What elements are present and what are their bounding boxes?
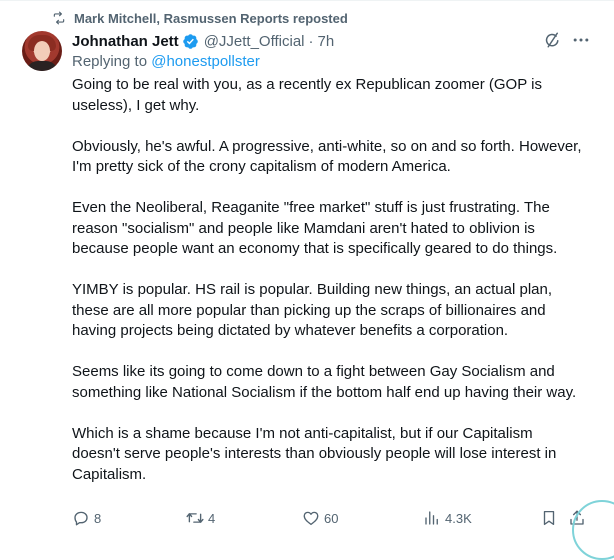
avatar-face [34, 41, 50, 61]
avatar-shirt [26, 61, 58, 71]
repost-count: 4 [208, 510, 216, 526]
tweet-paragraph: Even the Neoliberal, Reaganite "free mar… [72, 199, 558, 257]
tweet-paragraph: Obviously, he's awful. A progressive, an… [72, 137, 582, 176]
author-name[interactable]: Johnathan Jett [72, 33, 179, 50]
like-button[interactable]: 60 [302, 508, 338, 528]
author-handle[interactable]: @JJett_Official [204, 33, 305, 50]
more-options-icon[interactable] [571, 30, 591, 50]
like-count: 60 [324, 510, 339, 526]
repost-icon [186, 513, 204, 523]
reply-button[interactable]: 8 [72, 508, 101, 528]
verified-badge-icon[interactable] [182, 33, 199, 50]
avatar[interactable] [22, 31, 62, 71]
replying-to-handle[interactable]: @honestpollster [151, 53, 260, 70]
repost-text: Mark Mitchell, Rasmussen Reports reposte… [74, 10, 348, 26]
tweet-header: Johnathan Jett @JJett_Official · 7h [72, 30, 334, 52]
tweet[interactable]: Mark Mitchell, Rasmussen Reports reposte… [0, 0, 614, 560]
tweet-paragraph: Seems like its going to come down to a f… [72, 363, 577, 401]
views-count: 4.3K [445, 510, 472, 526]
repost-button[interactable]: 4 [186, 508, 215, 528]
views-button[interactable]: 4.3K [423, 508, 472, 528]
bookmark-button[interactable] [540, 508, 558, 528]
replying-to: Replying to @honestpollster [72, 53, 260, 70]
bookmark-icon [543, 510, 555, 526]
repost-context[interactable]: Mark Mitchell, Rasmussen Reports reposte… [52, 9, 348, 27]
grok-icon[interactable] [543, 31, 561, 49]
reply-count: 8 [94, 510, 102, 526]
tweet-paragraph: Going to be real with you, as a recently… [72, 76, 542, 114]
tweet-paragraph: Which is a shame because I'm not anti-ca… [72, 424, 557, 483]
separator-dot: · [308, 32, 314, 50]
tweet-paragraph: YIMBY is popular. HS rail is popular. Bu… [72, 281, 552, 339]
post-time[interactable]: 7h [318, 33, 335, 50]
repost-icon [53, 11, 65, 25]
heart-icon [303, 511, 319, 526]
reply-icon [74, 511, 88, 526]
action-bar: 8 4 60 4.3K [72, 508, 592, 528]
tweet-text: Going to be real with you, as a recently… [72, 75, 582, 506]
views-icon [425, 511, 438, 525]
replying-to-prefix: Replying to [72, 53, 148, 70]
